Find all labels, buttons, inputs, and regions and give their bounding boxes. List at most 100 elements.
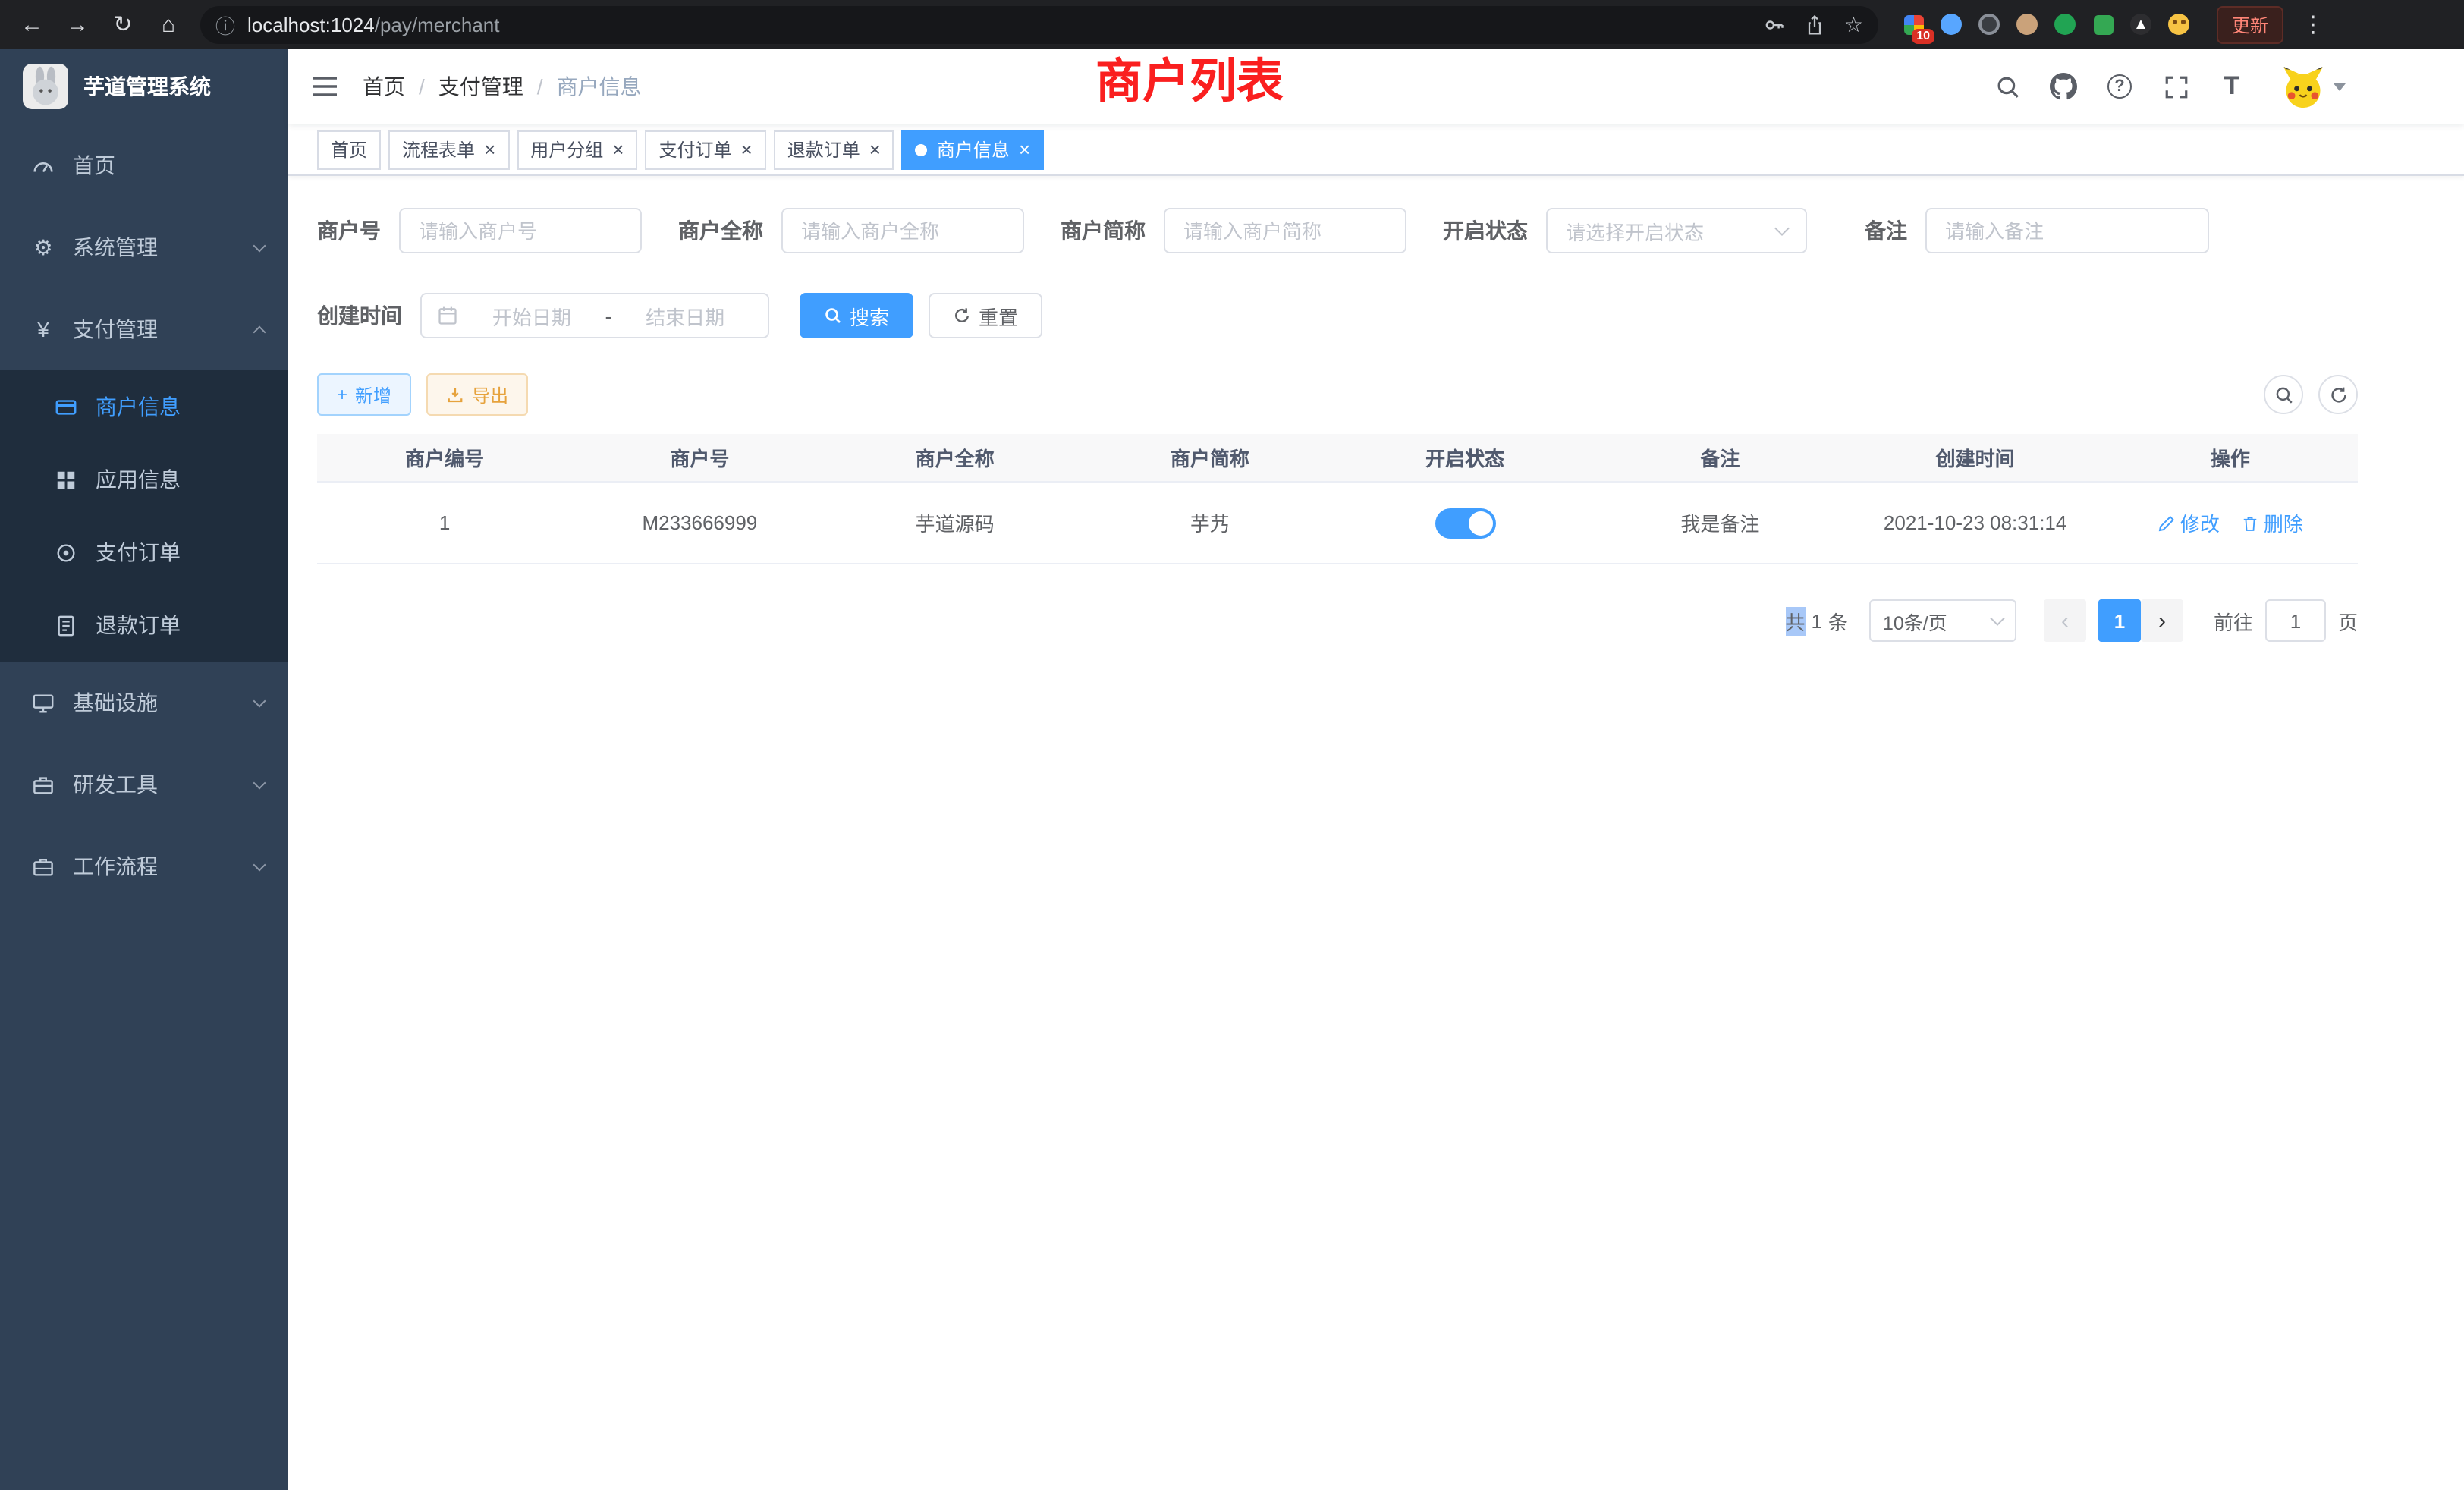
merchant-no-input[interactable]: [399, 208, 642, 253]
sidebar-logo[interactable]: 芋道管理系统: [0, 49, 288, 124]
breadcrumb-separator: /: [537, 74, 543, 99]
site-info-icon[interactable]: ⓘ: [215, 10, 235, 39]
short-name-input[interactable]: [1164, 208, 1406, 253]
edit-link[interactable]: 修改: [2158, 508, 2220, 537]
extension-icon-smiley[interactable]: [2165, 11, 2192, 38]
forward-icon[interactable]: →: [58, 5, 97, 44]
delete-link[interactable]: 删除: [2241, 508, 2303, 537]
tab-process-form[interactable]: 流程表单×: [388, 130, 509, 169]
sidebar-item-refund-order[interactable]: 退款订单: [0, 589, 288, 662]
extension-badge: 10: [1912, 29, 1934, 44]
extension-icon-pinwheel[interactable]: [2127, 11, 2154, 38]
avatar: [2280, 64, 2326, 109]
browser-chrome: ← → ↻ ⌂ ⓘ localhost:1024 /pay/merchant ☆…: [0, 0, 2464, 49]
remark-input[interactable]: [1925, 208, 2209, 253]
tab-home[interactable]: 首页: [317, 130, 381, 169]
goto-label: 前往: [2214, 606, 2253, 635]
sidebar-item-label: 应用信息: [96, 464, 181, 495]
extension-icon-green-circle[interactable]: [2051, 11, 2079, 38]
url-host: localhost:1024: [247, 13, 375, 36]
breadcrumb-home[interactable]: 首页: [363, 71, 405, 102]
sidebar-item-workflow[interactable]: 工作流程: [0, 825, 288, 907]
url-path: /pay/merchant: [375, 13, 500, 36]
close-icon[interactable]: ×: [484, 140, 495, 159]
refresh-icon[interactable]: [2318, 375, 2358, 414]
sidebar-item-label: 工作流程: [73, 851, 158, 882]
status-select[interactable]: 请选择开启状态: [1546, 208, 1807, 253]
url-bar[interactable]: ⓘ localhost:1024 /pay/merchant ☆: [200, 5, 1878, 43]
user-menu[interactable]: [2280, 64, 2346, 109]
github-icon[interactable]: [2047, 70, 2080, 103]
target-icon: [55, 541, 77, 564]
payment-submenu: 商户信息 应用信息 支付订单: [0, 370, 288, 662]
close-icon[interactable]: ×: [612, 140, 624, 159]
home-icon[interactable]: ⌂: [149, 5, 188, 44]
sidebar-item-system[interactable]: ⚙ 系统管理: [0, 206, 288, 288]
extension-icon-green-square[interactable]: [2089, 11, 2117, 38]
date-end-placeholder: 结束日期: [618, 301, 753, 330]
password-key-icon[interactable]: [1764, 13, 1787, 36]
tab-pay-order[interactable]: 支付订单×: [645, 130, 765, 169]
sidebar-item-home[interactable]: 首页: [0, 124, 288, 206]
extension-icon-puzzle[interactable]: 10: [1900, 11, 1927, 38]
next-page-button[interactable]: ›: [2141, 599, 2183, 642]
cell-short-name: 芋艿: [1083, 508, 1337, 537]
header-search-icon[interactable]: [1991, 70, 2024, 103]
full-name-label: 商户全称: [678, 215, 781, 246]
help-icon[interactable]: ?: [2103, 70, 2136, 103]
navbar: 首页 / 支付管理 / 商户信息 ?: [288, 49, 2464, 124]
goto-page-input[interactable]: [2265, 599, 2326, 642]
reload-icon[interactable]: ↻: [103, 5, 143, 44]
sidebar-item-merchant-info[interactable]: 商户信息: [0, 370, 288, 443]
page-size-select[interactable]: 10条/页: [1869, 599, 2016, 642]
cell-actions: 修改 删除: [2103, 508, 2358, 537]
sidebar-item-payment[interactable]: ¥ 支付管理: [0, 288, 288, 370]
cell-merchant-no: M233666999: [572, 511, 827, 534]
close-icon[interactable]: ×: [869, 140, 881, 159]
breadcrumb-payment[interactable]: 支付管理: [438, 71, 523, 102]
bookmark-star-icon[interactable]: ☆: [1844, 11, 1863, 37]
extensions-tray: 10: [1900, 11, 2192, 38]
screen: ← → ↻ ⌂ ⓘ localhost:1024 /pay/merchant ☆…: [0, 0, 2464, 1490]
sidebar-item-app-info[interactable]: 应用信息: [0, 443, 288, 516]
prev-page-button[interactable]: ‹: [2044, 599, 2086, 642]
page-number-1[interactable]: 1: [2098, 599, 2141, 642]
reset-button[interactable]: 重置: [929, 293, 1042, 338]
chevron-down-icon: [253, 239, 266, 252]
status-label: 开启状态: [1443, 215, 1546, 246]
sidebar-item-label: 退款订单: [96, 610, 181, 640]
plus-icon: +: [337, 384, 347, 405]
tab-user-group[interactable]: 用户分组×: [517, 130, 637, 169]
browser-update-button[interactable]: 更新: [2217, 5, 2283, 43]
sidebar-item-infra[interactable]: 基础设施: [0, 662, 288, 743]
toggle-search-icon[interactable]: [2264, 375, 2303, 414]
add-button[interactable]: + 新增: [317, 373, 411, 416]
tab-refund-order[interactable]: 退款订单×: [774, 130, 894, 169]
tab-merchant-info[interactable]: 商户信息×: [902, 130, 1044, 169]
date-range-picker[interactable]: 开始日期 - 结束日期: [420, 293, 769, 338]
table-tools: [2264, 375, 2358, 414]
search-button[interactable]: 搜索: [800, 293, 913, 338]
hamburger-icon[interactable]: [288, 49, 361, 124]
filter-merchant-no: 商户号: [317, 208, 642, 253]
merchant-no-label: 商户号: [317, 215, 399, 246]
extension-icon-avatar[interactable]: [2013, 11, 2041, 38]
extension-icon-drop[interactable]: [1938, 11, 1965, 38]
sidebar-item-pay-order[interactable]: 支付订单: [0, 516, 288, 589]
extension-icon-ring[interactable]: [1975, 11, 2003, 38]
col-header-actions: 操作: [2103, 443, 2358, 472]
font-size-icon[interactable]: T: [2215, 70, 2249, 103]
back-icon[interactable]: ←: [12, 5, 52, 44]
share-icon[interactable]: [1805, 13, 1826, 36]
tags-view: 首页 流程表单× 用户分组× 支付订单× 退款订单× 商户信息×: [288, 124, 2464, 176]
sidebar-item-label: 研发工具: [73, 769, 158, 800]
browser-menu-icon[interactable]: ⋮: [2302, 11, 2324, 38]
full-name-input[interactable]: [781, 208, 1024, 253]
export-button[interactable]: 导出: [426, 373, 528, 416]
close-icon[interactable]: ×: [1019, 140, 1030, 159]
fullscreen-icon[interactable]: [2159, 70, 2192, 103]
sidebar-item-devtools[interactable]: 研发工具: [0, 743, 288, 825]
dashboard-icon: [32, 154, 55, 177]
status-toggle[interactable]: [1435, 508, 1495, 538]
close-icon[interactable]: ×: [741, 140, 753, 159]
